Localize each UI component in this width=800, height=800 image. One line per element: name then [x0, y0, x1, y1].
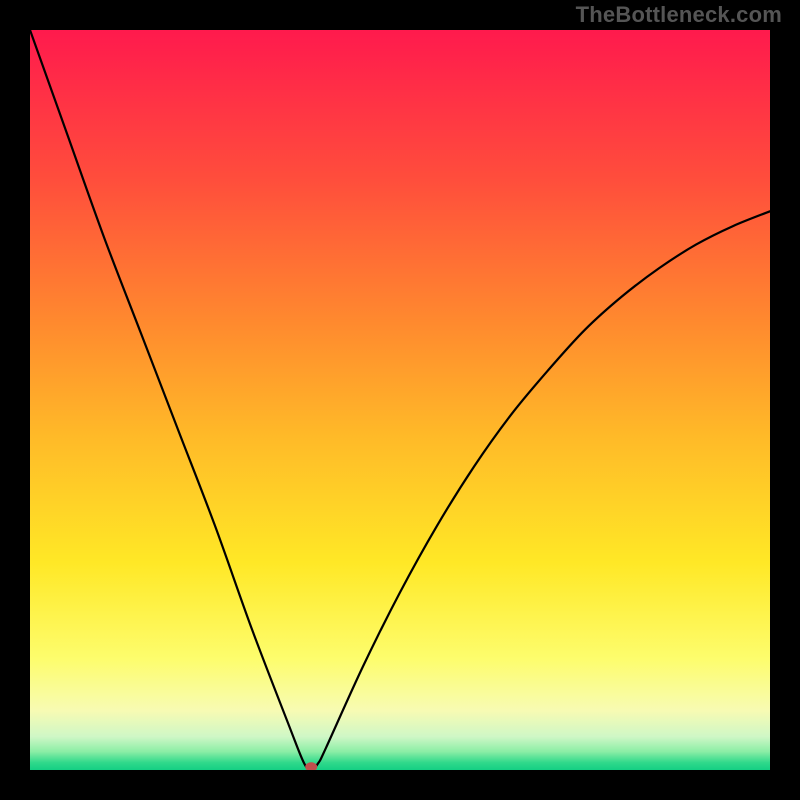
chart-frame: TheBottleneck.com	[0, 0, 800, 800]
chart-svg	[30, 30, 770, 770]
plot-area	[30, 30, 770, 770]
watermark-text: TheBottleneck.com	[576, 2, 782, 28]
gradient-background	[30, 30, 770, 770]
